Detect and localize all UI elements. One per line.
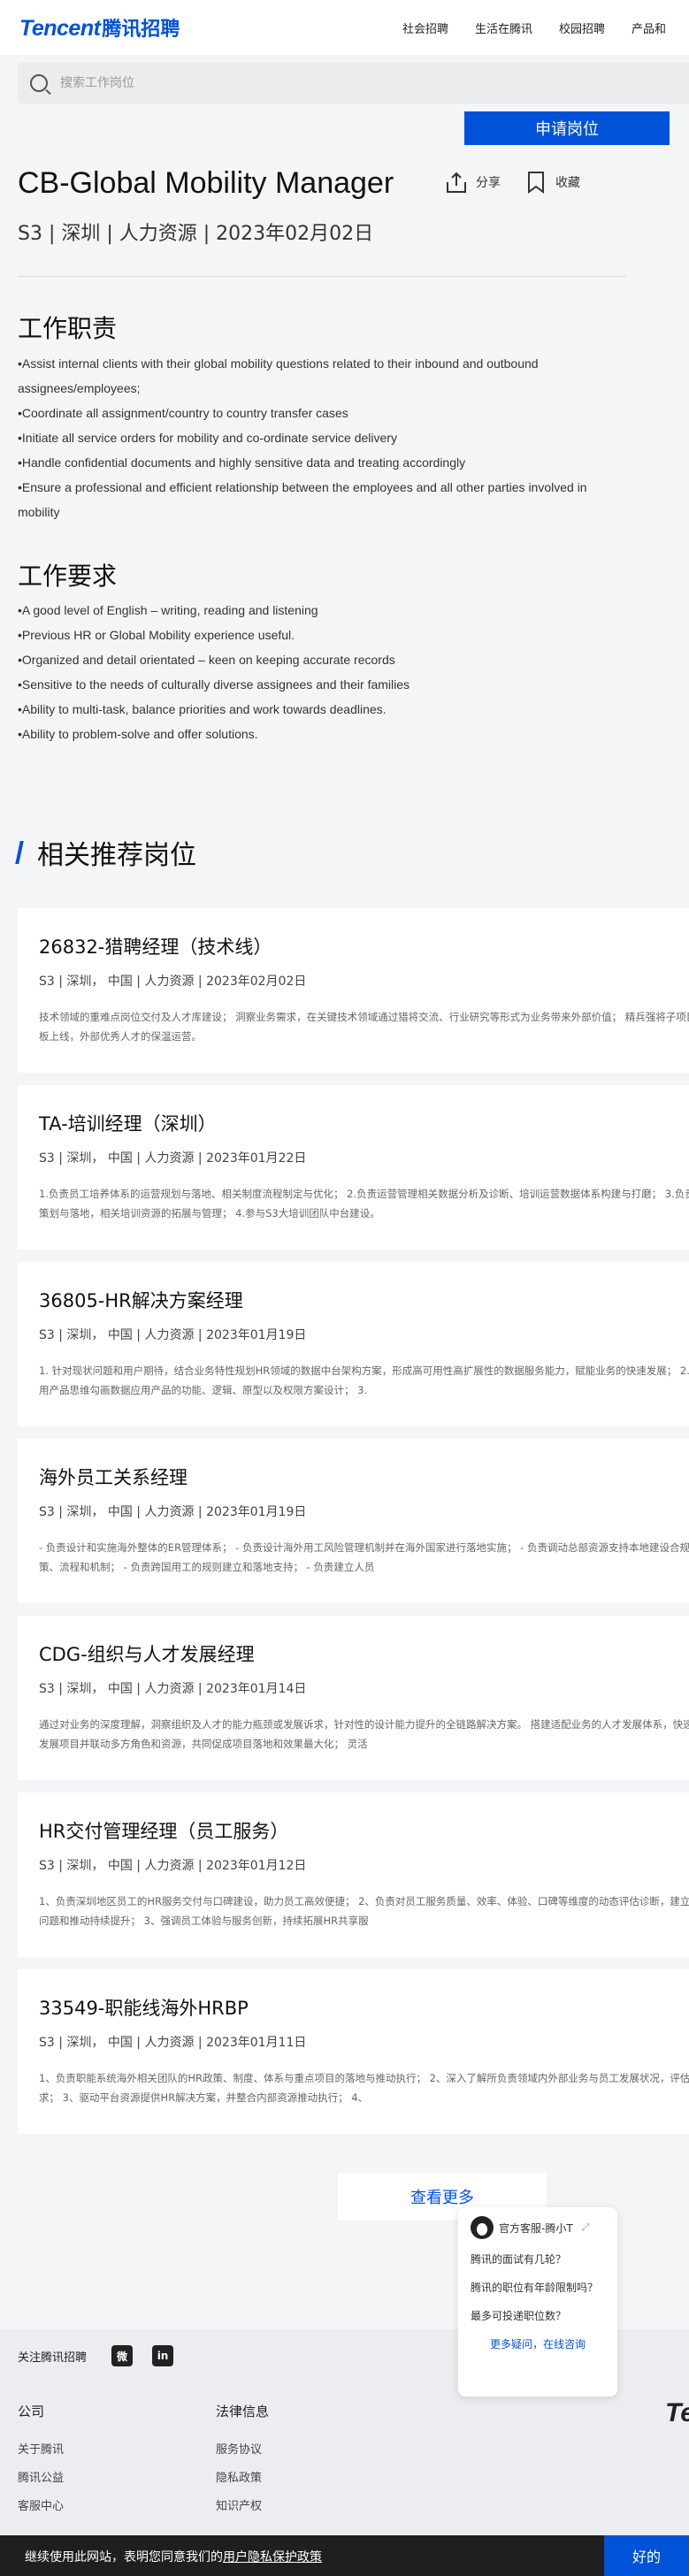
linkedin-icon[interactable]: in [152, 2345, 174, 2366]
duty-item: •Coordinate all assignment/country to co… [18, 406, 348, 420]
favorite-label: 收藏 [555, 176, 580, 190]
related-job-card[interactable]: TA-培训经理（深圳） S3 | 深圳， 中国 | 人力资源 | 2023年01… [18, 1085, 689, 1250]
cookie-banner: 继续使用此网站，表明您同意我们的用户隐私保护政策 好的 [0, 2535, 689, 2576]
nav-social-recruitment[interactable]: 社会招聘 [402, 19, 448, 36]
requirement-item: •A good level of English – writing, read… [18, 603, 318, 617]
divider [18, 276, 626, 277]
apply-button[interactable]: 申请岗位 [464, 111, 670, 145]
footer-link-ip[interactable]: 知识产权 [216, 2496, 269, 2513]
job-actions: 分享 收藏 [444, 170, 603, 195]
duties-list: •Assist internal clients with their glob… [18, 351, 628, 524]
related-job-card[interactable]: 海外员工关系经理 S3 | 深圳， 中国 | 人力资源 | 2023年01月19… [18, 1439, 689, 1603]
related-jobs-heading: 相关推荐岗位 [37, 840, 196, 871]
footer-link-service-center[interactable]: 客服中心 [18, 2496, 64, 2513]
chat-widget: 官方客服-腾小T ⤢ 腾讯的面试有几轮？ 腾讯的职位有年龄限制吗？ 最多可投递职… [458, 2207, 617, 2396]
related-job-title: CDG-组织与人才发展经理 [39, 1644, 255, 1665]
related-job-title: HR交付管理经理（员工服务） [39, 1821, 289, 1842]
logo-brand: Tencent [19, 16, 101, 41]
requirement-item: •Sensitive to the needs of culturally di… [18, 677, 410, 692]
related-job-desc: 通过对业务的深度理解，洞察组织及人才的能力瓶颈或发展诉求，针对性的设计能力提升的… [39, 1718, 689, 1750]
footer-col-company: 公司 关于腾讯 腾讯公益 客服中心 [18, 2402, 64, 2525]
duty-item: •Ensure a professional and efficient rel… [18, 480, 587, 519]
footer-col-title: 公司 [18, 2404, 45, 2419]
chat-consult-link[interactable]: 更多疑问，在线咨询 [471, 2336, 605, 2352]
follow-label: 关注腾讯招聘 [18, 2351, 88, 2365]
top-header: Tencent 腾讯招聘 社会招聘 生活在腾讯 校园招聘 产品和 [0, 0, 689, 55]
requirement-item: •Ability to multi-task, balance prioriti… [18, 702, 387, 716]
footer-link-about[interactable]: 关于腾讯 [18, 2440, 64, 2457]
related-job-meta: S3 | 深圳， 中国 | 人力资源 | 2023年01月22日 [39, 1151, 307, 1166]
job-title: CB-Global Mobility Manager [18, 166, 394, 200]
requirement-item: •Organized and detail orientated – keen … [18, 653, 395, 667]
chat-agent-name: 官方客服-腾小T [499, 2221, 573, 2235]
requirement-item: •Previous HR or Global Mobility experien… [18, 628, 295, 642]
follow-section: 关注腾讯招聘 微 in [18, 2345, 174, 2366]
search-bar [18, 63, 689, 103]
share-icon [444, 170, 469, 195]
related-jobs-header: 相关推荐岗位 [15, 833, 196, 872]
chat-question[interactable]: 腾讯的职位有年龄限制吗？ [471, 2280, 605, 2296]
related-job-desc: 技术领域的重难点岗位交付及人才库建设； 洞察业务需求，在关键技术领域通过猎将交流… [39, 1011, 689, 1043]
chat-question[interactable]: 最多可投递职位数？ [471, 2308, 605, 2324]
share-button[interactable]: 分享 [444, 170, 501, 195]
cookie-text: 继续使用此网站，表明您同意我们的用户隐私保护政策 [25, 2548, 322, 2565]
related-job-desc: 1. 针对现状问题和用户期待，结合业务特性规划HR领域的数据中台架构方案，形成高… [39, 1364, 689, 1396]
expand-icon[interactable]: ⤢ [582, 2221, 590, 2234]
footer-col-title: 法律信息 [216, 2404, 270, 2419]
cookie-message: 继续使用此网站，表明您同意我们的 [25, 2550, 223, 2565]
related-job-desc: 1.负责员工培养体系的运营规划与落地、相关制度流程制定与优化； 2.负责运营管理… [39, 1188, 689, 1219]
privacy-policy-link[interactable]: 用户隐私保护政策 [223, 2550, 322, 2565]
related-job-card[interactable]: 36805-HR解决方案经理 S3 | 深圳， 中国 | 人力资源 | 2023… [18, 1262, 689, 1426]
nav-products[interactable]: 产品和 [632, 19, 666, 36]
nav-campus-recruitment[interactable]: 校园招聘 [559, 19, 605, 36]
related-job-meta: S3 | 深圳， 中国 | 人力资源 | 2023年02月02日 [39, 975, 307, 989]
footer-link-charity[interactable]: 腾讯公益 [18, 2468, 64, 2485]
duty-item: •Handle confidential documents and highl… [18, 455, 466, 470]
accent-bar [15, 841, 24, 864]
requirement-item: •Ability to problem-solve and offer solu… [18, 727, 258, 741]
related-job-card[interactable]: HR交付管理经理（员工服务） S3 | 深圳， 中国 | 人力资源 | 2023… [18, 1792, 689, 1957]
duties-heading: 工作职责 [18, 314, 118, 343]
related-job-title: 26832-猎聘经理（技术线） [39, 936, 272, 958]
related-job-title: 36805-HR解决方案经理 [39, 1290, 243, 1311]
related-job-desc: - 负责设计和实施海外整体的ER管理体系； - 负责设计海外用工风险管理机制并在… [39, 1541, 689, 1573]
wechat-icon[interactable]: 微 [111, 2345, 134, 2366]
related-job-meta: S3 | 深圳， 中国 | 人力资源 | 2023年01月12日 [39, 1859, 307, 1873]
chat-question[interactable]: 腾讯的面试有几轮？ [471, 2251, 605, 2267]
related-job-card[interactable]: 33549-职能线海外HRBP S3 | 深圳， 中国 | 人力资源 | 202… [18, 1969, 689, 2134]
related-job-meta: S3 | 深圳， 中国 | 人力资源 | 2023年01月19日 [39, 1328, 307, 1342]
related-job-meta: S3 | 深圳， 中国 | 人力资源 | 2023年01月19日 [39, 1505, 307, 1519]
duty-item: •Initiate all service orders for mobilit… [18, 431, 397, 445]
main-nav: 社会招聘 生活在腾讯 校园招聘 产品和 [402, 19, 689, 36]
bookmark-icon [524, 170, 548, 195]
related-job-meta: S3 | 深圳， 中国 | 人力资源 | 2023年01月11日 [39, 2036, 307, 2050]
search-icon[interactable] [30, 74, 48, 92]
related-job-desc: 1、负责职能系统海外相关团队的HR政策、制度、体系与重点项目的落地与推动执行； … [39, 2072, 689, 2104]
related-job-title: TA-培训经理（深圳） [39, 1113, 217, 1135]
duty-item: •Assist internal clients with their glob… [18, 356, 539, 395]
favorite-button[interactable]: 收藏 [524, 170, 580, 195]
related-job-meta: S3 | 深圳， 中国 | 人力资源 | 2023年01月14日 [39, 1682, 307, 1696]
cookie-accept-button[interactable]: 好的 [604, 2535, 689, 2576]
share-label: 分享 [476, 176, 501, 190]
related-job-card[interactable]: CDG-组织与人才发展经理 S3 | 深圳， 中国 | 人力资源 | 2023年… [18, 1616, 689, 1780]
related-job-title: 海外员工关系经理 [39, 1467, 188, 1488]
job-meta: S3 | 深圳 | 人力资源 | 2023年02月02日 [18, 223, 374, 245]
nav-life-at-tencent[interactable]: 生活在腾讯 [475, 19, 532, 36]
footer-col-legal: 法律信息 服务协议 隐私政策 知识产权 [216, 2402, 269, 2525]
tencent-careers-logo[interactable]: Tencent 腾讯招聘 [19, 13, 180, 42]
related-job-title: 33549-职能线海外HRBP [39, 1998, 249, 2019]
related-job-card[interactable]: 26832-猎聘经理（技术线） S3 | 深圳， 中国 | 人力资源 | 202… [18, 908, 689, 1073]
requirements-heading: 工作要求 [18, 562, 118, 591]
search-input[interactable] [60, 76, 591, 90]
footer-tencent-logo: Te [665, 2398, 689, 2427]
footer-link-terms[interactable]: 服务协议 [216, 2440, 269, 2457]
footer-link-privacy[interactable]: 隐私政策 [216, 2468, 269, 2485]
penguin-avatar-icon [471, 2216, 494, 2239]
related-job-desc: 1、负责深圳地区员工的HR服务交付与口碑建设，助力员工高效便捷； 2、负责对员工… [39, 1895, 689, 1927]
logo-cn: 腾讯招聘 [102, 18, 180, 40]
chat-header: 官方客服-腾小T ⤢ [471, 2216, 605, 2239]
requirements-list: •A good level of English – writing, read… [18, 598, 628, 746]
